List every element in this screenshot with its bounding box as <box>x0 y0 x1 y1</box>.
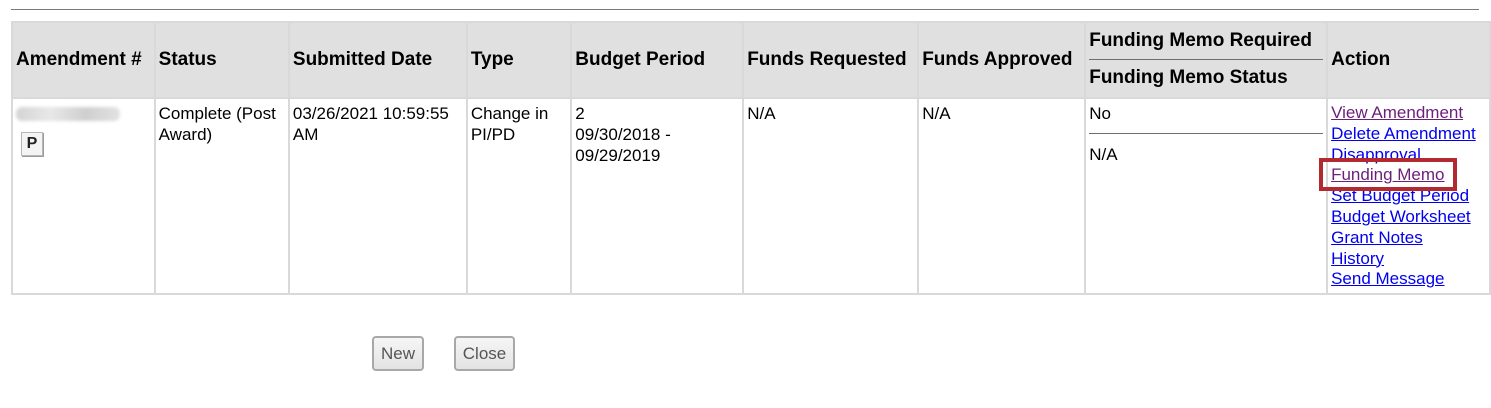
budget-worksheet-link[interactable]: Budget Worksheet <box>1331 207 1486 228</box>
top-divider <box>11 9 1479 10</box>
header-status: Status <box>153 21 290 99</box>
funding-memo-link[interactable]: Funding Memo <box>1319 158 1486 192</box>
cell-submitted-date: 03/26/2021 10:59:55 AM <box>287 97 468 295</box>
header-funds-requested: Funds Requested <box>742 21 920 99</box>
close-button[interactable]: Close <box>454 336 515 371</box>
cell-budget-period: 2 09/30/2018 - 09/29/2019 <box>570 97 745 295</box>
header-funds-approved: Funds Approved <box>917 21 1087 99</box>
cell-type: Change in PI/PD <box>465 97 573 295</box>
header-submitted-date: Submitted Date <box>287 21 468 99</box>
cell-funds-requested: N/A <box>742 97 920 295</box>
view-amendment-link[interactable]: View Amendment <box>1331 103 1486 124</box>
p-document-icon[interactable]: P <box>21 132 43 156</box>
header-funding-memo: Funding Memo Required Funding Memo Statu… <box>1084 21 1329 99</box>
cell-funding-memo: No N/A <box>1084 97 1329 295</box>
budget-period-number: 2 <box>575 104 585 123</box>
new-button[interactable]: New <box>372 336 424 371</box>
memo-status-value: N/A <box>1089 145 1118 164</box>
header-memo-required: Funding Memo Required <box>1089 23 1324 60</box>
cell-funds-approved: N/A <box>917 97 1087 295</box>
table-row: P Complete (Post Award) 03/26/2021 10:59… <box>11 97 1491 295</box>
cell-amendment: P <box>11 97 156 295</box>
header-action: Action <box>1326 21 1491 99</box>
header-budget-period: Budget Period <box>570 21 745 99</box>
grant-notes-link[interactable]: Grant Notes <box>1331 228 1486 249</box>
cell-status: Complete (Post Award) <box>153 97 290 295</box>
header-amendment: Amendment # <box>11 21 156 99</box>
history-link[interactable]: History <box>1331 249 1486 270</box>
table-header-row: Amendment # Status Submitted Date Type B… <box>11 21 1491 99</box>
header-memo-status: Funding Memo Status <box>1089 67 1288 88</box>
budget-period-range: 09/30/2018 - 09/29/2019 <box>575 125 671 165</box>
send-message-link[interactable]: Send Message <box>1331 269 1486 290</box>
memo-required-value: No <box>1089 103 1324 134</box>
delete-amendment-link[interactable]: Delete Amendment <box>1331 124 1486 145</box>
amendments-table: Amendment # Status Submitted Date Type B… <box>11 21 1491 295</box>
cell-actions: View Amendment Delete Amendment Disappro… <box>1319 97 1491 295</box>
redacted-amendment-number <box>16 107 120 121</box>
header-type: Type <box>465 21 573 99</box>
